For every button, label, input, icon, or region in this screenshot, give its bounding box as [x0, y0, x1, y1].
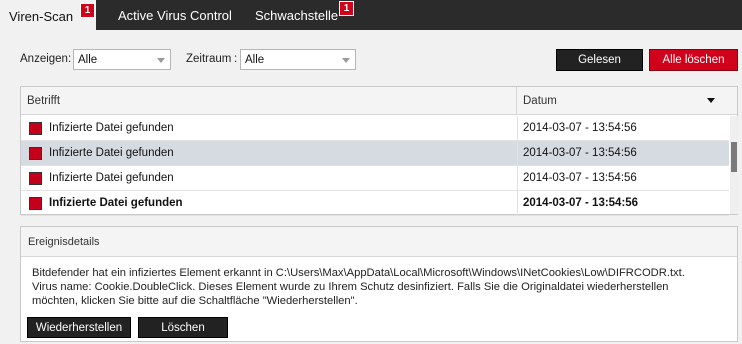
date-cell: 2014-03-07 - 13:54:56	[523, 122, 637, 134]
scrollbar-thumb[interactable]	[731, 142, 737, 172]
tab-label: Schwachstelle	[255, 7, 339, 23]
period-filter-value: Alle	[245, 53, 265, 66]
subject-cell: Infizierte Datei gefunden	[29, 141, 515, 165]
show-filter-value: Alle	[78, 53, 98, 66]
threat-icon	[29, 121, 42, 135]
subject-cell: Infizierte Datei gefunden	[29, 116, 515, 140]
threat-icon	[29, 146, 42, 160]
tab-label: Viren-Scan	[9, 8, 74, 24]
column-divider	[517, 141, 518, 165]
mark-read-button[interactable]: Gelesen	[556, 49, 643, 71]
threat-icon	[29, 171, 42, 185]
column-header-date[interactable]: Datum	[517, 87, 729, 115]
subject-text: Infizierte Datei gefunden	[49, 122, 174, 134]
chevron-down-icon	[342, 58, 350, 63]
event-details-text: Bitdefender hat ein infiziertes Element …	[32, 266, 732, 308]
notification-badge: 1	[80, 3, 95, 18]
sort-descending-icon	[707, 98, 715, 103]
period-filter-label: Zeitraum	[186, 53, 232, 65]
subject-cell: Infizierte Datei gefunden	[29, 166, 515, 190]
tab-schwachstelle[interactable]: Schwachstelle 1	[247, 0, 363, 30]
details-line: möchten, klicken Sie bitte auf die Schal…	[32, 295, 358, 307]
details-line: Bitdefender hat ein infiziertes Element …	[32, 267, 685, 279]
table-scrollbar[interactable]	[730, 116, 738, 214]
table-header: Betrifft Datum	[21, 87, 737, 115]
label-colon: :	[234, 53, 238, 65]
tab-bar: Viren-Scan 1 Active Virus Control Schwac…	[0, 0, 742, 30]
show-filter-label: Anzeigen	[20, 53, 68, 65]
subject-cell: Infizierte Datei gefunden	[29, 191, 515, 215]
table-row[interactable]: Infizierte Datei gefunden 2014-03-07 - 1…	[21, 191, 729, 216]
delete-button[interactable]: Löschen	[138, 317, 228, 338]
details-line: Virus name: Cookie.DoubleClick. Dieses E…	[32, 281, 669, 293]
table-row[interactable]: Infizierte Datei gefunden 2014-03-07 - 1…	[21, 116, 729, 141]
date-cell: 2014-03-07 - 13:54:56	[523, 197, 639, 209]
threat-icon	[29, 196, 42, 210]
column-divider	[517, 191, 518, 215]
restore-button[interactable]: Wiederherstellen	[27, 317, 131, 338]
tab-active-virus-control[interactable]: Active Virus Control	[110, 0, 245, 30]
event-details-title: Ereignisdetails	[21, 227, 737, 257]
show-filter-select[interactable]: Alle	[73, 49, 171, 70]
delete-all-button[interactable]: Alle löschen	[649, 49, 738, 71]
table-row[interactable]: Infizierte Datei gefunden 2014-03-07 - 1…	[21, 166, 729, 191]
label-colon: :	[68, 53, 72, 65]
chevron-down-icon	[157, 58, 165, 63]
subject-text: Infizierte Datei gefunden	[49, 172, 174, 184]
subject-text: Infizierte Datei gefunden	[49, 197, 183, 209]
event-details-panel: Ereignisdetails Bitdefender hat ein infi…	[20, 226, 738, 342]
date-cell: 2014-03-07 - 13:54:56	[523, 172, 637, 184]
period-filter-select[interactable]: Alle	[240, 49, 356, 70]
events-table: Betrifft Datum Infizierte Datei gefunden…	[20, 86, 738, 216]
date-cell: 2014-03-07 - 13:54:56	[523, 147, 637, 159]
column-divider	[517, 116, 518, 140]
subject-text: Infizierte Datei gefunden	[49, 147, 174, 159]
tab-label: Active Virus Control	[118, 7, 232, 23]
notification-badge: 1	[339, 1, 354, 16]
tab-viren-scan[interactable]: Viren-Scan 1	[0, 0, 96, 30]
table-row[interactable]: Infizierte Datei gefunden 2014-03-07 - 1…	[21, 141, 729, 166]
column-header-date-label: Datum	[523, 95, 557, 107]
column-divider	[517, 166, 518, 190]
column-header-subject[interactable]: Betrifft	[21, 87, 517, 115]
